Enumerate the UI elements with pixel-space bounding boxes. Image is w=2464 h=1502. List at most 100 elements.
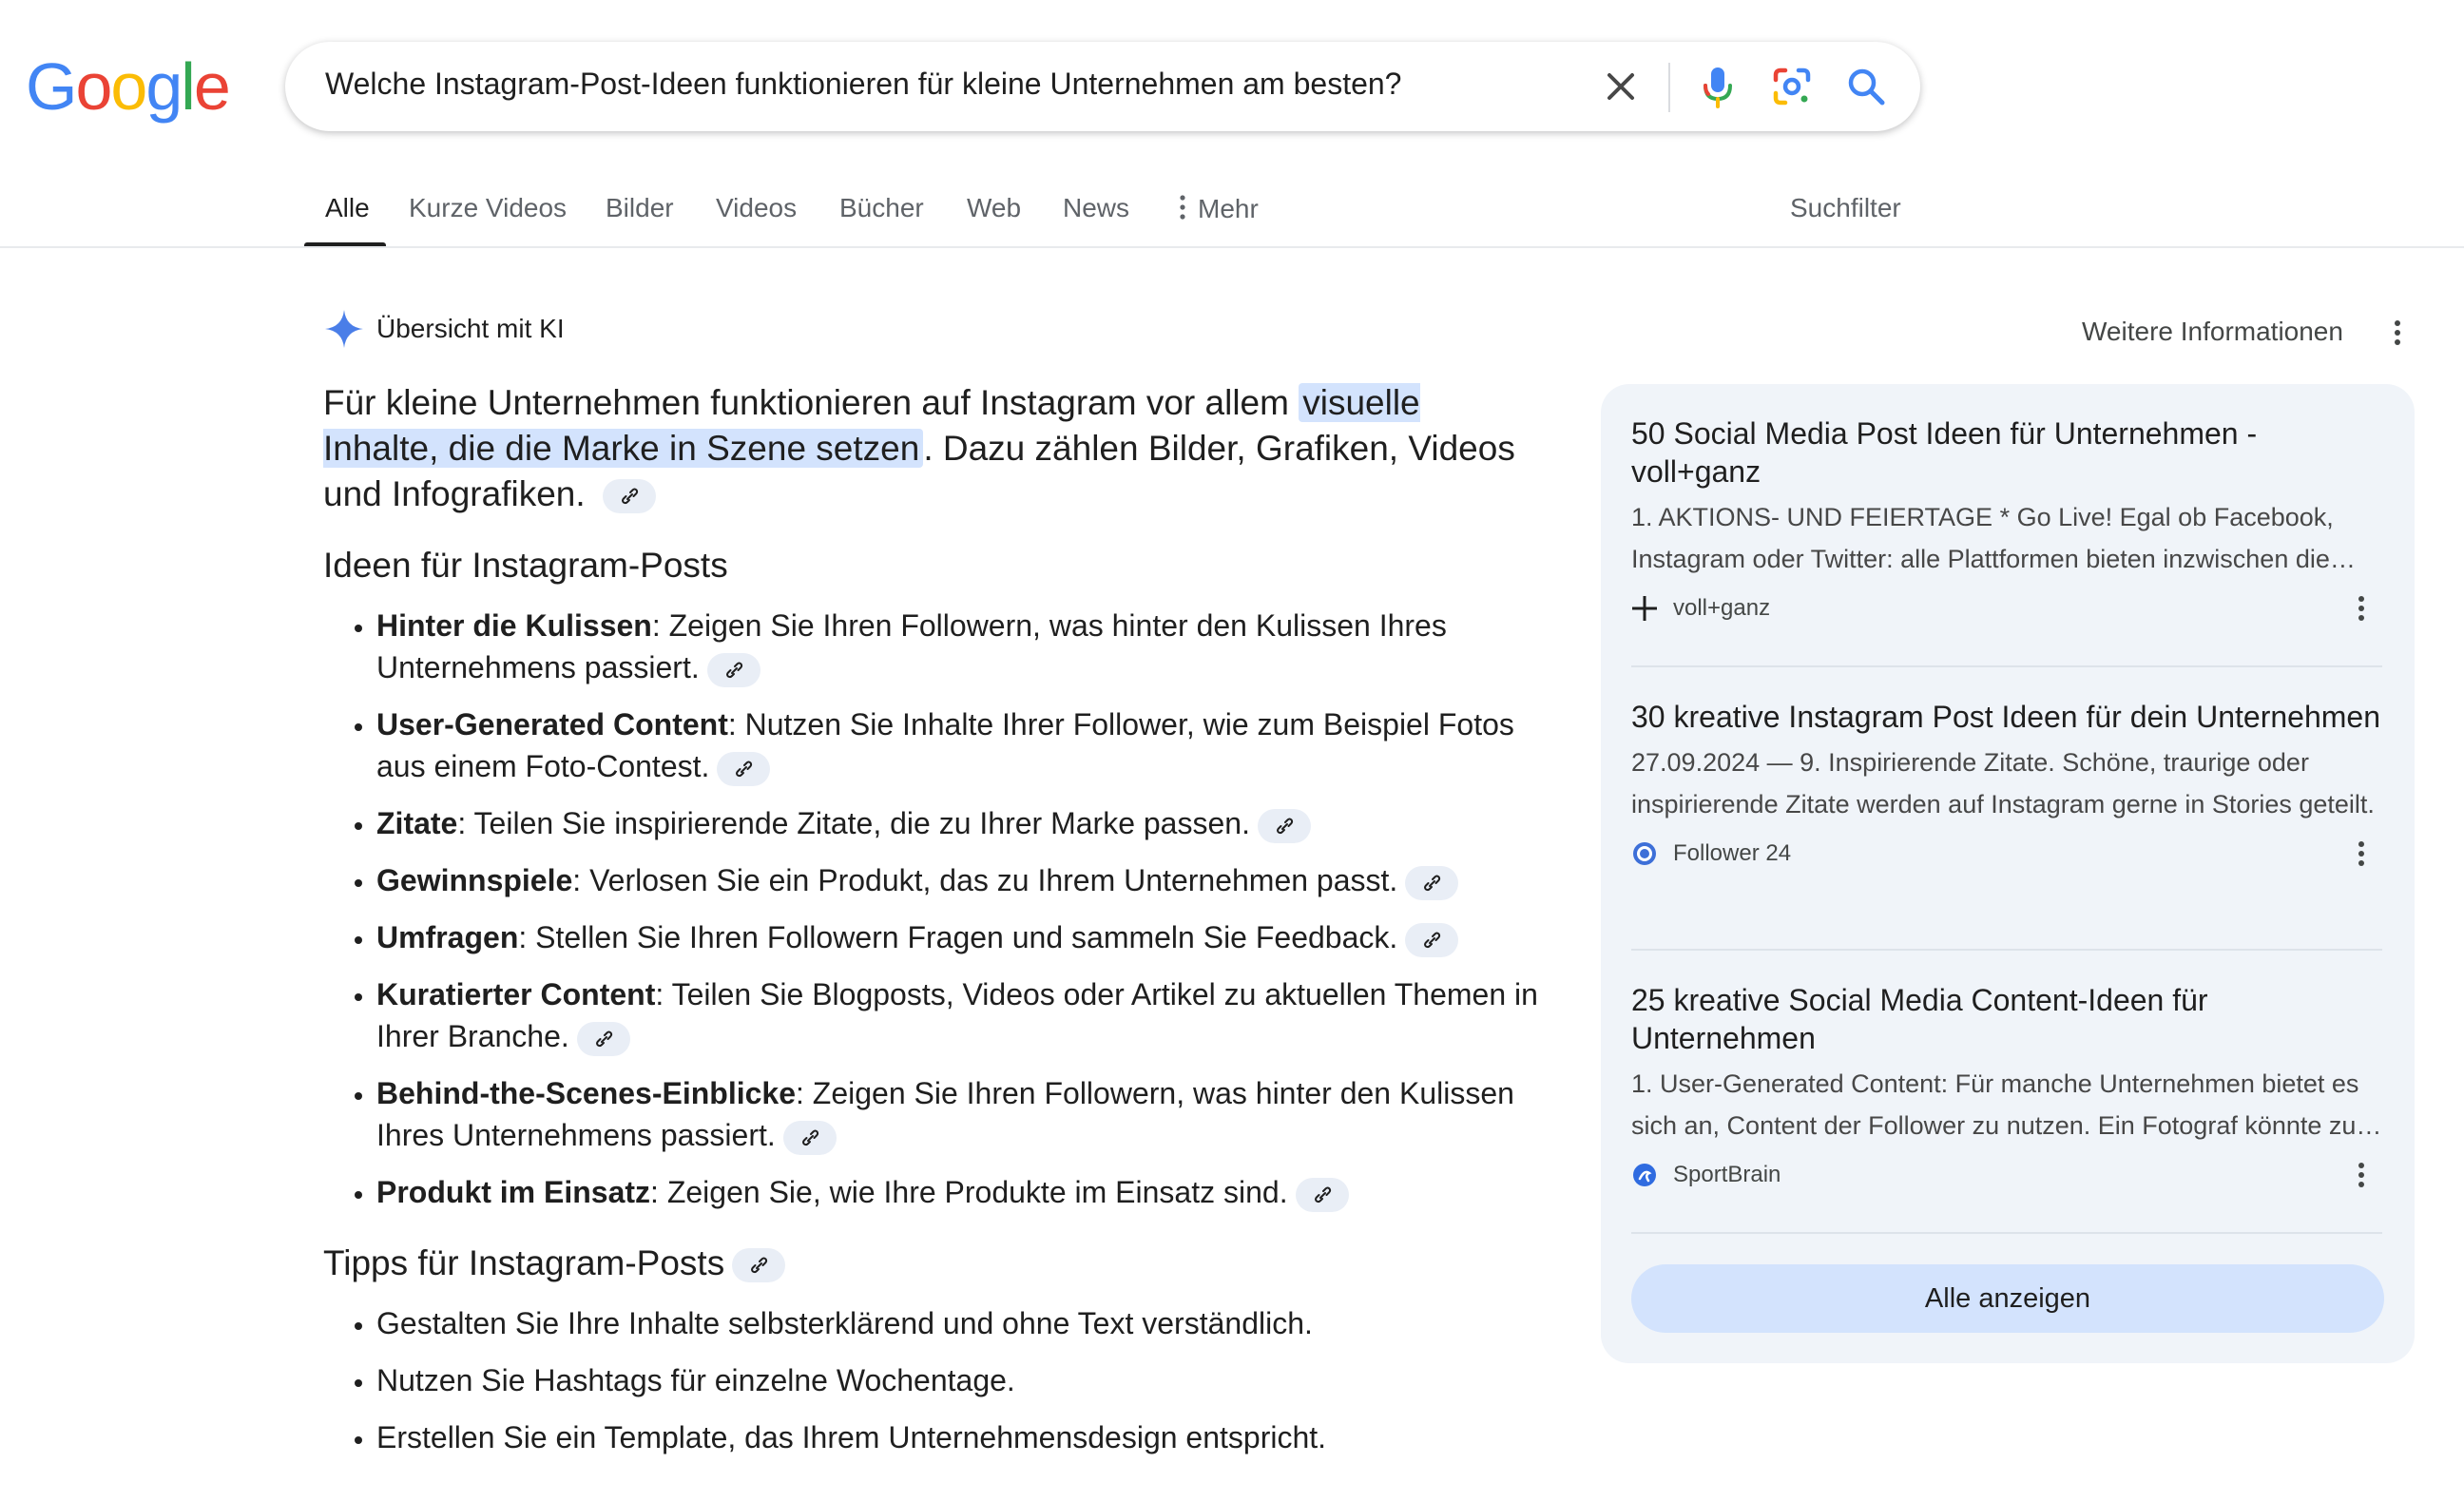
list-item: Behind-the-Scenes-Einblicke: Zeigen Sie …	[376, 1072, 1540, 1156]
link-icon	[801, 1129, 818, 1146]
tab-videos[interactable]: Videos	[716, 193, 797, 223]
sportbrain-logo-icon	[1633, 1164, 1656, 1186]
tab-alle[interactable]: Alle	[325, 193, 370, 223]
source-snippet: 27.09.2024 — 9. Inspirierende Zitate. Sc…	[1631, 748, 2375, 818]
list-item: Hinter die Kulissen: Zeigen Sie Ihren Fo…	[376, 605, 1540, 688]
list-item: User-Generated Content: Nutzen Sie Inhal…	[376, 703, 1540, 787]
ai-overview-body: Für kleine Unternehmen funktionieren auf…	[323, 380, 1540, 1473]
list-item: Gestalten Sie Ihre Inhalte selbsterkläre…	[376, 1302, 1540, 1344]
tab-mehr[interactable]: Mehr	[1177, 193, 1259, 224]
google-logo[interactable]: Google	[26, 49, 231, 124]
source-title[interactable]: 50 Social Media Post Ideen für Unternehm…	[1631, 414, 2382, 491]
idea-text: : Stellen Sie Ihren Followern Fragen und…	[518, 920, 1398, 954]
tabs-divider	[0, 246, 2464, 248]
source-footer: voll+ganz	[1631, 591, 2382, 629]
source-site-name: SportBrain	[1673, 1162, 1781, 1187]
logo-letter: l	[181, 49, 196, 124]
more-options-icon[interactable]	[2350, 1158, 2373, 1192]
link-icon	[736, 761, 753, 777]
tab-kurze-videos[interactable]: Kurze Videos	[409, 193, 567, 223]
search-filter-button[interactable]: Suchfilter	[1790, 193, 1901, 223]
link-icon	[1424, 932, 1441, 948]
link-icon	[1314, 1186, 1331, 1203]
list-item: Produkt im Einsatz: Zeigen Sie, wie Ihre…	[376, 1171, 1540, 1213]
logo-letter: o	[110, 49, 147, 124]
idea-text: : Teilen Sie inspirierende Zitate, die z…	[457, 806, 1250, 840]
idea-title: Umfragen	[376, 920, 519, 954]
lead-text: Für kleine Unternehmen funktionieren auf…	[323, 383, 1299, 422]
more-options-icon[interactable]	[2383, 316, 2412, 350]
tips-heading-text: Tipps für Instagram-Posts	[323, 1243, 725, 1282]
source-site-name: Follower 24	[1673, 840, 1792, 866]
source-link-chip[interactable]	[706, 652, 760, 687]
sources-panel: 50 Social Media Post Ideen für Unternehm…	[1601, 384, 2415, 1363]
idea-title: User-Generated Content	[376, 707, 728, 741]
source-site-name: voll+ganz	[1673, 595, 1771, 621]
source-link-chip[interactable]	[1295, 1177, 1349, 1212]
source-link-chip[interactable]	[1405, 865, 1459, 900]
link-icon	[595, 1030, 612, 1047]
source-link-chip[interactable]	[782, 1120, 837, 1155]
tab-news[interactable]: News	[1063, 193, 1129, 223]
list-item: Umfragen: Stellen Sie Ihren Followern Fr…	[376, 916, 1540, 958]
tips-list: Gestalten Sie Ihre Inhalte selbsterkläre…	[323, 1302, 1540, 1458]
ai-overview-lead: Für kleine Unternehmen funktionieren auf…	[323, 380, 1540, 517]
source-divider	[1631, 665, 2382, 667]
ideas-list: Hinter die Kulissen: Zeigen Sie Ihren Fo…	[323, 605, 1540, 1213]
source-title[interactable]: 30 kreative Instagram Post Ideen für dei…	[1631, 698, 2382, 736]
ai-overview-title: Übersicht mit KI	[376, 314, 565, 343]
tab-bilder[interactable]: Bilder	[606, 193, 674, 223]
tab-web[interactable]: Web	[967, 193, 1021, 223]
more-info-link[interactable]: Weitere Informationen	[2082, 317, 2343, 347]
source-link-chip[interactable]	[602, 479, 656, 514]
source-link-chip[interactable]	[732, 1248, 786, 1283]
plus-logo-icon	[1632, 596, 1657, 621]
more-vert-icon	[1180, 195, 1185, 220]
idea-title: Behind-the-Scenes-Einblicke	[376, 1076, 796, 1110]
logo-letter: o	[75, 49, 112, 124]
search-box[interactable]: Welche Instagram-Post-Ideen funktioniere…	[285, 42, 1920, 131]
link-icon	[621, 488, 639, 505]
tab-mehr-label: Mehr	[1198, 194, 1259, 223]
source-card[interactable]: 50 Social Media Post Ideen für Unternehm…	[1631, 414, 2382, 629]
logo-letter: G	[26, 49, 77, 124]
source-link-chip[interactable]	[576, 1021, 630, 1056]
search-tabs: Alle Kurze Videos Bilder Videos Bücher W…	[304, 185, 2464, 248]
source-footer: Follower 24	[1631, 837, 2382, 875]
microphone-icon[interactable]	[1690, 59, 1745, 114]
list-item: Zitate: Teilen Sie inspirierende Zitate,…	[376, 802, 1540, 844]
source-snippet: 1. AKTIONS- UND FEIERTAGE * Go Live! Ega…	[1631, 503, 2334, 573]
logo-letter: g	[145, 49, 183, 124]
close-icon[interactable]	[1597, 63, 1645, 110]
source-card[interactable]: 30 kreative Instagram Post Ideen für dei…	[1631, 698, 2382, 875]
ai-overview-header: Übersicht mit KI	[323, 308, 565, 350]
idea-text: : Verlosen Sie ein Produkt, das zu Ihrem…	[572, 863, 1398, 897]
idea-title: Zitate	[376, 806, 458, 840]
search-icon[interactable]	[1838, 59, 1894, 114]
source-title[interactable]: 25 kreative Social Media Content-Ideen f…	[1631, 981, 2382, 1057]
search-divider	[1668, 63, 1670, 112]
source-link-chip[interactable]	[717, 751, 771, 786]
google-lens-icon[interactable]	[1764, 59, 1819, 114]
more-options-icon[interactable]	[2350, 591, 2373, 626]
tips-heading: Tipps für Instagram-Posts	[323, 1243, 1540, 1283]
source-divider	[1631, 1232, 2382, 1234]
search-input[interactable]: Welche Instagram-Post-Ideen funktioniere…	[325, 67, 1401, 102]
more-options-icon[interactable]	[2350, 837, 2373, 871]
show-all-button[interactable]: Alle anzeigen	[1631, 1264, 2384, 1333]
idea-title: Hinter die Kulissen	[376, 608, 652, 643]
source-link-chip[interactable]	[1257, 808, 1311, 843]
source-snippet: 1. User-Generated Content: Für manche Un…	[1631, 1069, 2377, 1140]
tab-buecher[interactable]: Bücher	[839, 193, 924, 223]
logo-letter: e	[193, 49, 231, 124]
idea-text: : Zeigen Sie, wie Ihre Produkte im Einsa…	[650, 1175, 1288, 1209]
source-card[interactable]: 25 kreative Social Media Content-Ideen f…	[1631, 981, 2382, 1196]
idea-title: Gewinnspiele	[376, 863, 573, 897]
link-icon	[751, 1257, 768, 1274]
list-item: Erstellen Sie ein Template, das Ihrem Un…	[376, 1416, 1540, 1458]
idea-title: Kuratierter Content	[376, 977, 656, 1011]
source-link-chip[interactable]	[1405, 922, 1459, 957]
gemini-sparkle-icon	[325, 310, 363, 348]
link-icon	[725, 662, 742, 678]
list-item: Kuratierter Content: Teilen Sie Blogpost…	[376, 973, 1540, 1057]
